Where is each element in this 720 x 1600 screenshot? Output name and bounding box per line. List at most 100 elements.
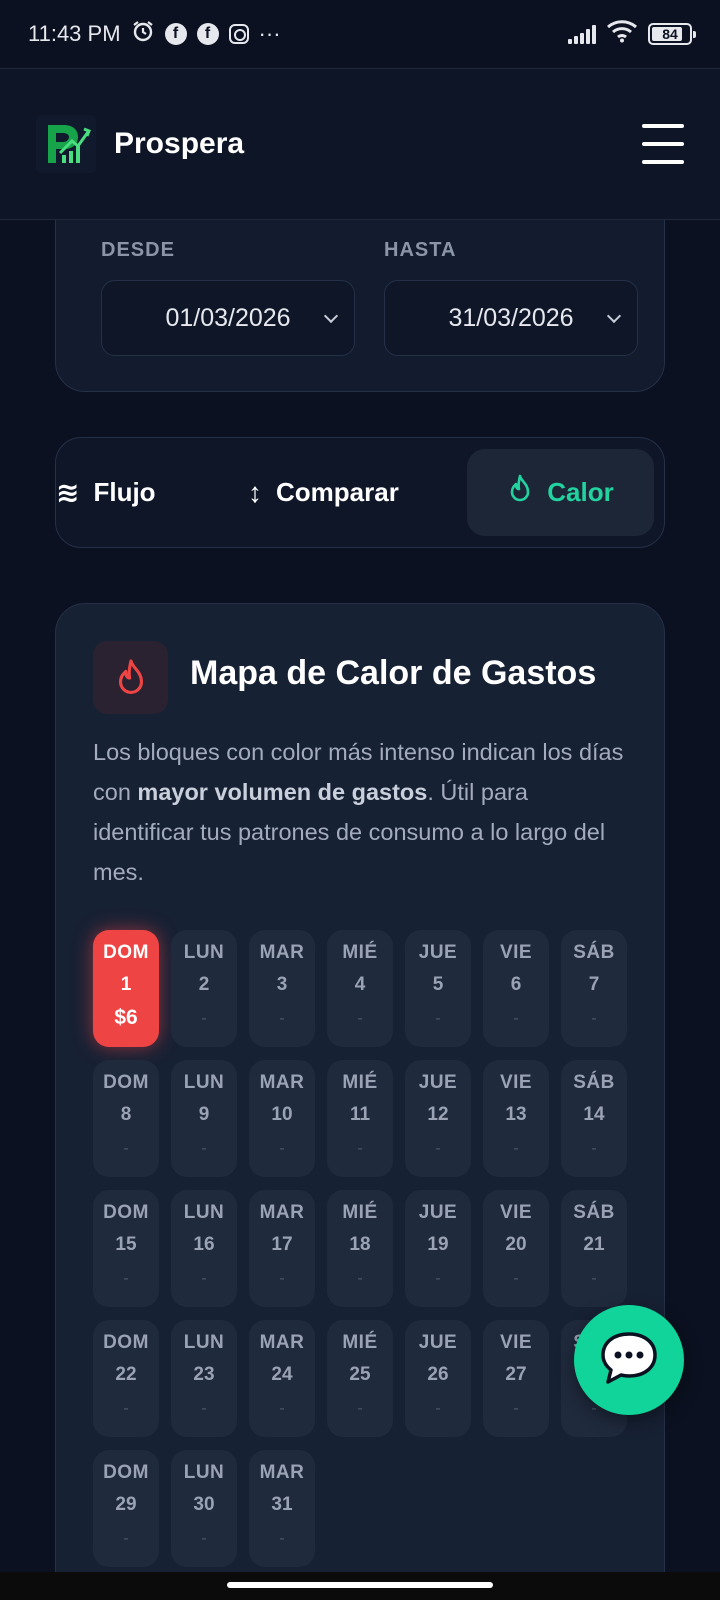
day-amount: -: [591, 1140, 597, 1157]
heatmap-day-cell[interactable]: MAR 17 -: [249, 1190, 315, 1307]
chart-growth-logo[interactable]: [36, 115, 96, 173]
heatmap-day-cell[interactable]: DOM 8 -: [93, 1060, 159, 1177]
day-of-week-label: DOM: [103, 1332, 149, 1353]
to-date-select[interactable]: 31/03/2026: [384, 280, 638, 356]
heatmap-day-cell[interactable]: LUN 16 -: [171, 1190, 237, 1307]
heatmap-day-cell[interactable]: MIÉ 11 -: [327, 1060, 393, 1177]
instagram-icon: [228, 24, 249, 44]
up-down-arrows-icon: ↕: [248, 476, 262, 508]
from-date-group: DESDE 01/03/2026: [101, 239, 355, 356]
day-number: 19: [427, 1234, 449, 1255]
day-number: 2: [198, 974, 210, 995]
heatmap-description: Los bloques con color más intenso indica…: [93, 732, 633, 892]
day-of-week-label: DOM: [103, 1462, 149, 1483]
to-date-label: HASTA: [384, 239, 457, 261]
heatmap-day-cell[interactable]: MIÉ 25 -: [327, 1320, 393, 1437]
day-amount: -: [357, 1140, 363, 1157]
day-number: 9: [198, 1104, 210, 1125]
day-amount: -: [357, 1270, 363, 1287]
day-number: 20: [505, 1234, 527, 1255]
heatmap-title: Mapa de Calor de Gastos: [190, 654, 597, 692]
day-amount: -: [123, 1270, 129, 1287]
from-date-value: 01/03/2026: [165, 303, 291, 332]
tab-comparar[interactable]: ↕ Comparar: [248, 449, 399, 536]
day-number: 3: [276, 974, 288, 995]
battery-icon: 84: [648, 23, 696, 45]
day-number: 7: [588, 974, 600, 995]
day-of-week-label: LUN: [183, 1072, 225, 1093]
heatmap-day-cell[interactable]: VIE 6 -: [483, 930, 549, 1047]
day-amount: -: [123, 1530, 129, 1547]
hamburger-icon[interactable]: [642, 124, 684, 164]
day-number: 5: [432, 974, 444, 995]
chat-bubble-icon: [598, 1330, 660, 1391]
from-date-select[interactable]: 01/03/2026: [101, 280, 355, 356]
day-of-week-label: MIÉ: [342, 1332, 378, 1353]
day-number: 10: [271, 1104, 293, 1125]
brand-name[interactable]: Prospera: [114, 127, 244, 161]
day-number: 29: [115, 1494, 137, 1515]
heatmap-day-cell[interactable]: MAR 24 -: [249, 1320, 315, 1437]
day-of-week-label: LUN: [183, 942, 225, 963]
heatmap-day-cell[interactable]: VIE 20 -: [483, 1190, 549, 1307]
day-amount: -: [591, 1010, 597, 1027]
heatmap-day-cell[interactable]: SÁB 7 -: [561, 930, 627, 1047]
day-of-week-label: LUN: [183, 1462, 225, 1483]
heatmap-day-cell[interactable]: SÁB 21 -: [561, 1190, 627, 1307]
heatmap-day-cell[interactable]: MIÉ 4 -: [327, 930, 393, 1047]
day-of-week-label: SÁB: [573, 1202, 615, 1223]
day-amount: -: [279, 1530, 285, 1547]
day-number: 31: [271, 1494, 293, 1515]
facebook-icon: f: [196, 23, 219, 45]
tab-calor[interactable]: Calor: [467, 449, 654, 536]
heatmap-day-cell[interactable]: LUN 23 -: [171, 1320, 237, 1437]
heatmap-day-cell[interactable]: JUE 12 -: [405, 1060, 471, 1177]
day-of-week-label: SÁB: [573, 942, 615, 963]
heatmap-day-cell[interactable]: MAR 31 -: [249, 1450, 315, 1567]
day-number: 12: [427, 1104, 449, 1125]
heatmap-day-cell[interactable]: JUE 26 -: [405, 1320, 471, 1437]
day-amount: -: [279, 1010, 285, 1027]
heatmap-day-cell[interactable]: DOM 1 $6: [93, 930, 159, 1047]
day-number: 24: [271, 1364, 293, 1385]
date-range-card: DESDE 01/03/2026 HASTA 31/03/2026: [55, 190, 665, 392]
heatmap-day-cell[interactable]: DOM 29 -: [93, 1450, 159, 1567]
heatmap-day-cell[interactable]: JUE 5 -: [405, 930, 471, 1047]
heatmap-day-cell[interactable]: SÁB 14 -: [561, 1060, 627, 1177]
tab-flujo[interactable]: ≋ Flujo: [56, 449, 156, 536]
heatmap-day-cell[interactable]: LUN 30 -: [171, 1450, 237, 1567]
day-of-week-label: MAR: [259, 1072, 305, 1093]
day-of-week-label: JUE: [418, 1072, 458, 1093]
heatmap-day-cell[interactable]: MAR 3 -: [249, 930, 315, 1047]
heatmap-desc-bold: mayor volumen de gastos: [137, 779, 428, 805]
heatmap-day-cell[interactable]: VIE 13 -: [483, 1060, 549, 1177]
menu-line: [642, 124, 684, 128]
heatmap-day-cell[interactable]: VIE 27 -: [483, 1320, 549, 1437]
heatmap-day-cell[interactable]: LUN 2 -: [171, 930, 237, 1047]
day-of-week-label: JUE: [418, 942, 458, 963]
day-of-week-label: JUE: [418, 1332, 458, 1353]
day-number: 11: [349, 1104, 371, 1125]
day-amount: -: [513, 1010, 519, 1027]
heatmap-day-cell[interactable]: DOM 22 -: [93, 1320, 159, 1437]
tab-calor-label: Calor: [547, 477, 614, 507]
day-amount: -: [435, 1140, 441, 1157]
heatmap-day-cell[interactable]: JUE 19 -: [405, 1190, 471, 1307]
home-indicator[interactable]: [227, 1582, 493, 1588]
day-of-week-label: MAR: [259, 942, 305, 963]
day-amount: -: [279, 1270, 285, 1287]
day-of-week-label: MIÉ: [342, 1202, 378, 1223]
heatmap-day-cell[interactable]: MAR 10 -: [249, 1060, 315, 1177]
day-of-week-label: SÁB: [573, 1072, 615, 1093]
day-amount: -: [435, 1400, 441, 1417]
day-of-week-label: VIE: [499, 1072, 533, 1093]
day-amount: -: [123, 1140, 129, 1157]
to-date-value: 31/03/2026: [448, 303, 574, 332]
heatmap-day-cell[interactable]: DOM 15 -: [93, 1190, 159, 1307]
day-amount: -: [435, 1270, 441, 1287]
day-amount: -: [513, 1140, 519, 1157]
heatmap-day-cell[interactable]: MIÉ 18 -: [327, 1190, 393, 1307]
chat-button[interactable]: [574, 1305, 684, 1415]
heatmap-day-cell[interactable]: LUN 9 -: [171, 1060, 237, 1177]
day-amount: -: [201, 1400, 207, 1417]
